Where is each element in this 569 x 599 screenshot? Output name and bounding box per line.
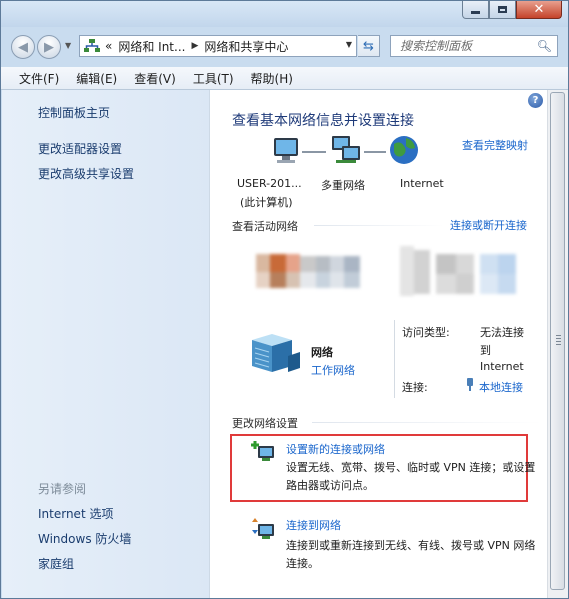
minimize-icon [471,11,480,14]
work-network-icon [252,334,300,372]
maximize-button[interactable] [489,1,516,19]
breadcrumb-network-sharing-center[interactable]: 网络和共享中心 [204,38,288,55]
close-button[interactable]: ✕ [516,1,562,19]
setup-connection-icon [251,441,274,461]
link-windows-firewall[interactable]: Windows 防火墙 [38,530,131,547]
network-name: 网络 [311,346,333,359]
network-map [274,136,418,164]
close-icon: ✕ [533,2,545,17]
change-settings-heading: 更改网络设置 [232,417,298,430]
menu-help[interactable]: 帮助(H) [251,70,293,87]
globe-icon [390,136,418,164]
content-pane: ? 查看基本网络信息并设置连接 查看完整映射 USER-201... (此计算机… [210,90,547,598]
section-divider [312,422,542,423]
network-divider [394,320,395,398]
refresh-icon: ⇆ [363,38,374,54]
title-bar: ✕ [1,1,568,27]
active-networks-heading: 查看活动网络 [232,220,298,233]
window: ✕ ◀ ▶ ▼ « 网络和 Int... ▶ 网络和共享中心 ▼ ⇆ 🔍 [0,0,569,599]
link-change-advanced-sharing[interactable]: 更改高级共享设置 [38,165,134,182]
vertical-scrollbar[interactable] [547,90,568,598]
computer-name: USER-201... [237,177,302,190]
section-divider [314,225,444,226]
access-type-label: 访问类型: [402,326,450,339]
setup-new-connection-desc: 设置无线、宽带、拨号、临时或 VPN 连接；或设置路由器或访问点。 [286,461,536,492]
connect-to-network-icon [252,518,274,539]
breadcrumb-network-internet[interactable]: 网络和 Int... [118,38,185,55]
forward-arrow-icon: ▶ [44,39,54,55]
multiple-networks-icon [332,136,360,163]
computer-icon [274,138,298,163]
search-input[interactable] [398,38,542,54]
local-connection-link[interactable]: 本地连接 [479,379,523,395]
page-title: 查看基本网络信息并设置连接 [232,113,414,129]
connections-label: 连接: [402,381,428,394]
setup-new-connection-link[interactable]: 设置新的连接或网络 [286,441,385,457]
search-icon[interactable]: 🔍︎ [537,39,552,53]
redacted-region [250,250,380,300]
link-control-panel-home[interactable]: 控制面板主页 [38,104,110,121]
refresh-button[interactable]: ⇆ [358,35,380,57]
connect-to-network-desc: 连接到或重新连接到无线、有线、拨号或 VPN 网络连接。 [286,539,536,570]
caption-buttons: ✕ [462,1,562,19]
connect-disconnect-link[interactable]: 连接或断开连接 [450,217,527,233]
help-icon[interactable]: ? [528,93,543,108]
network-folder-icon [83,38,101,54]
recent-pages-dropdown[interactable]: ▼ [65,41,71,50]
access-type-value-line1: 无法连接 [480,326,524,339]
connect-to-network-link[interactable]: 连接到网络 [286,517,341,533]
internet-label: Internet [400,177,444,190]
menu-bar: 文件(F) 编辑(E) 查看(V) 工具(T) 帮助(H) [1,67,568,90]
maximize-icon [498,6,507,13]
breadcrumb-chevron-icon[interactable]: ▶ [191,41,198,51]
menu-file[interactable]: 文件(F) [19,70,59,87]
redacted-region [396,240,526,302]
link-homegroup[interactable]: 家庭组 [38,555,74,572]
scrollbar-grip-icon [556,335,561,347]
link-change-adapter-settings[interactable]: 更改适配器设置 [38,140,122,157]
scrollbar-thumb[interactable] [550,92,565,590]
menu-view[interactable]: 查看(V) [134,70,176,87]
view-full-map-link[interactable]: 查看完整映射 [462,137,528,153]
multiple-networks-label: 多重网络 [321,179,365,192]
ethernet-plug-icon [467,378,473,391]
minimize-button[interactable] [462,1,489,19]
address-overflow[interactable]: « [105,39,112,53]
menu-tools[interactable]: 工具(T) [193,70,234,87]
search-box[interactable]: 🔍︎ [390,35,558,57]
access-type-value-line3: Internet [480,360,524,373]
network-type-link[interactable]: 工作网络 [311,362,355,378]
task-pane: 控制面板主页 更改适配器设置 更改高级共享设置 另请参阅 Internet 选项… [2,90,210,598]
computer-this-pc-label: (此计算机) [240,196,293,209]
back-arrow-icon: ◀ [18,39,28,55]
forward-button[interactable]: ▶ [37,35,61,59]
menu-edit[interactable]: 编辑(E) [76,70,117,87]
address-dropdown-icon[interactable]: ▼ [346,40,352,49]
see-also-heading: 另请参阅 [38,482,87,496]
address-bar[interactable]: « 网络和 Int... ▶ 网络和共享中心 ▼ [79,35,357,57]
link-internet-options[interactable]: Internet 选项 [38,505,113,522]
navigation-bar: ◀ ▶ ▼ « 网络和 Int... ▶ 网络和共享中心 ▼ ⇆ 🔍︎ [1,27,568,65]
back-button[interactable]: ◀ [11,35,35,59]
access-type-value-line2: 到 [480,344,491,357]
